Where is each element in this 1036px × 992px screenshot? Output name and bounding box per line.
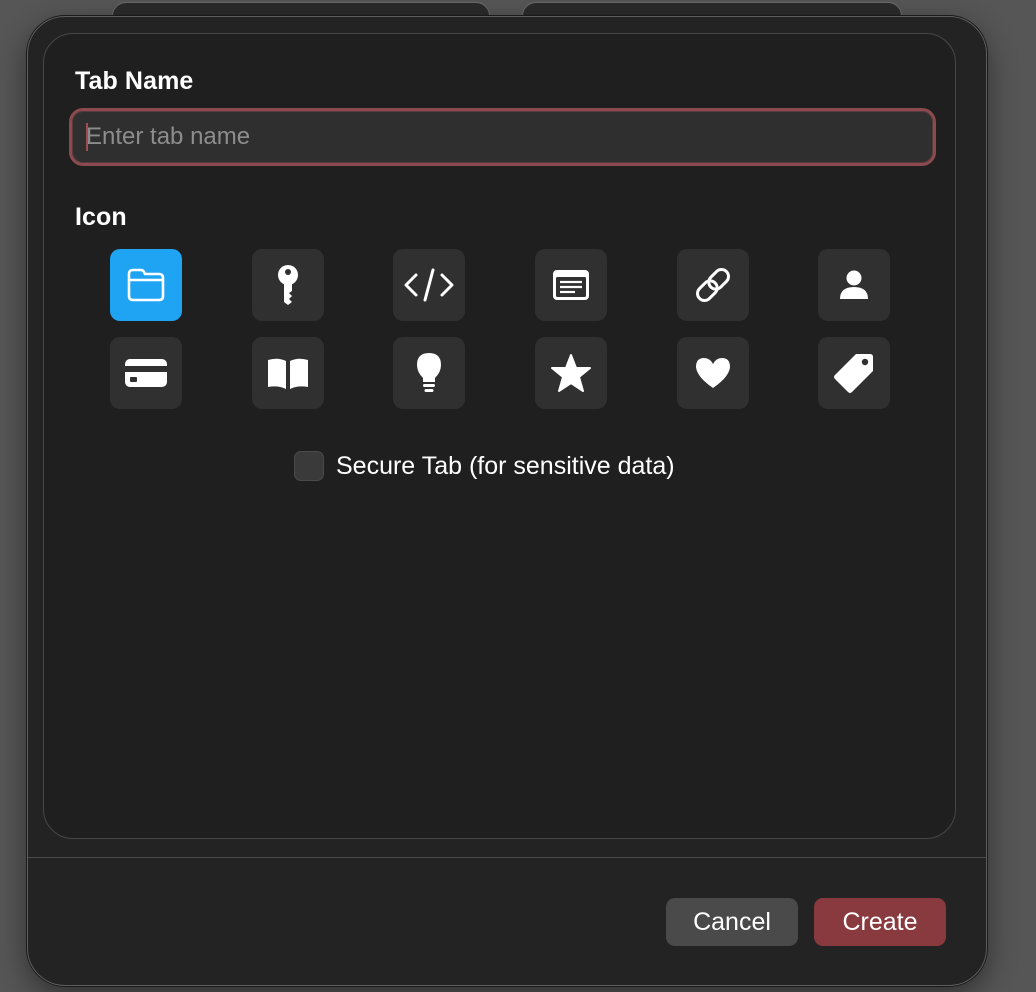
icon-option-credit-card[interactable] bbox=[110, 337, 182, 409]
text-caret bbox=[86, 123, 88, 151]
secure-tab-checkbox[interactable] bbox=[294, 451, 324, 481]
folder-icon bbox=[127, 268, 165, 302]
credit-card-icon bbox=[125, 359, 167, 387]
document-icon bbox=[553, 270, 589, 300]
tab-name-label: Tab Name bbox=[75, 67, 194, 95]
link-icon bbox=[696, 268, 730, 302]
icon-option-person[interactable] bbox=[818, 249, 890, 321]
icon-option-book[interactable] bbox=[252, 337, 324, 409]
code-icon bbox=[404, 268, 454, 302]
heart-icon bbox=[696, 358, 730, 388]
icon-option-link[interactable] bbox=[677, 249, 749, 321]
icon-option-star[interactable] bbox=[535, 337, 607, 409]
key-icon bbox=[278, 265, 298, 305]
lightbulb-icon bbox=[417, 353, 441, 392]
icon-option-code[interactable] bbox=[393, 249, 465, 321]
footer-divider bbox=[28, 857, 986, 858]
content-panel: Tab Name Icon bbox=[43, 33, 956, 839]
tab-name-field[interactable] bbox=[69, 108, 936, 166]
icon-option-folder[interactable] bbox=[110, 249, 182, 321]
create-button[interactable]: Create bbox=[814, 898, 946, 946]
tag-icon bbox=[834, 354, 873, 393]
secure-tab-label: Secure Tab (for sensitive data) bbox=[336, 451, 675, 480]
book-icon bbox=[268, 358, 308, 389]
icon-label: Icon bbox=[75, 203, 127, 231]
person-icon bbox=[840, 270, 868, 299]
icon-option-document[interactable] bbox=[535, 249, 607, 321]
cancel-button[interactable]: Cancel bbox=[666, 898, 798, 946]
star-icon bbox=[551, 354, 591, 392]
icon-option-lightbulb[interactable] bbox=[393, 337, 465, 409]
icon-option-key[interactable] bbox=[252, 249, 324, 321]
tab-name-input[interactable] bbox=[72, 111, 933, 163]
new-tab-dialog: Tab Name Icon bbox=[27, 16, 987, 986]
secure-tab-row: Secure Tab (for sensitive data) bbox=[294, 451, 675, 481]
icon-option-tag[interactable] bbox=[818, 337, 890, 409]
icon-option-heart[interactable] bbox=[677, 337, 749, 409]
